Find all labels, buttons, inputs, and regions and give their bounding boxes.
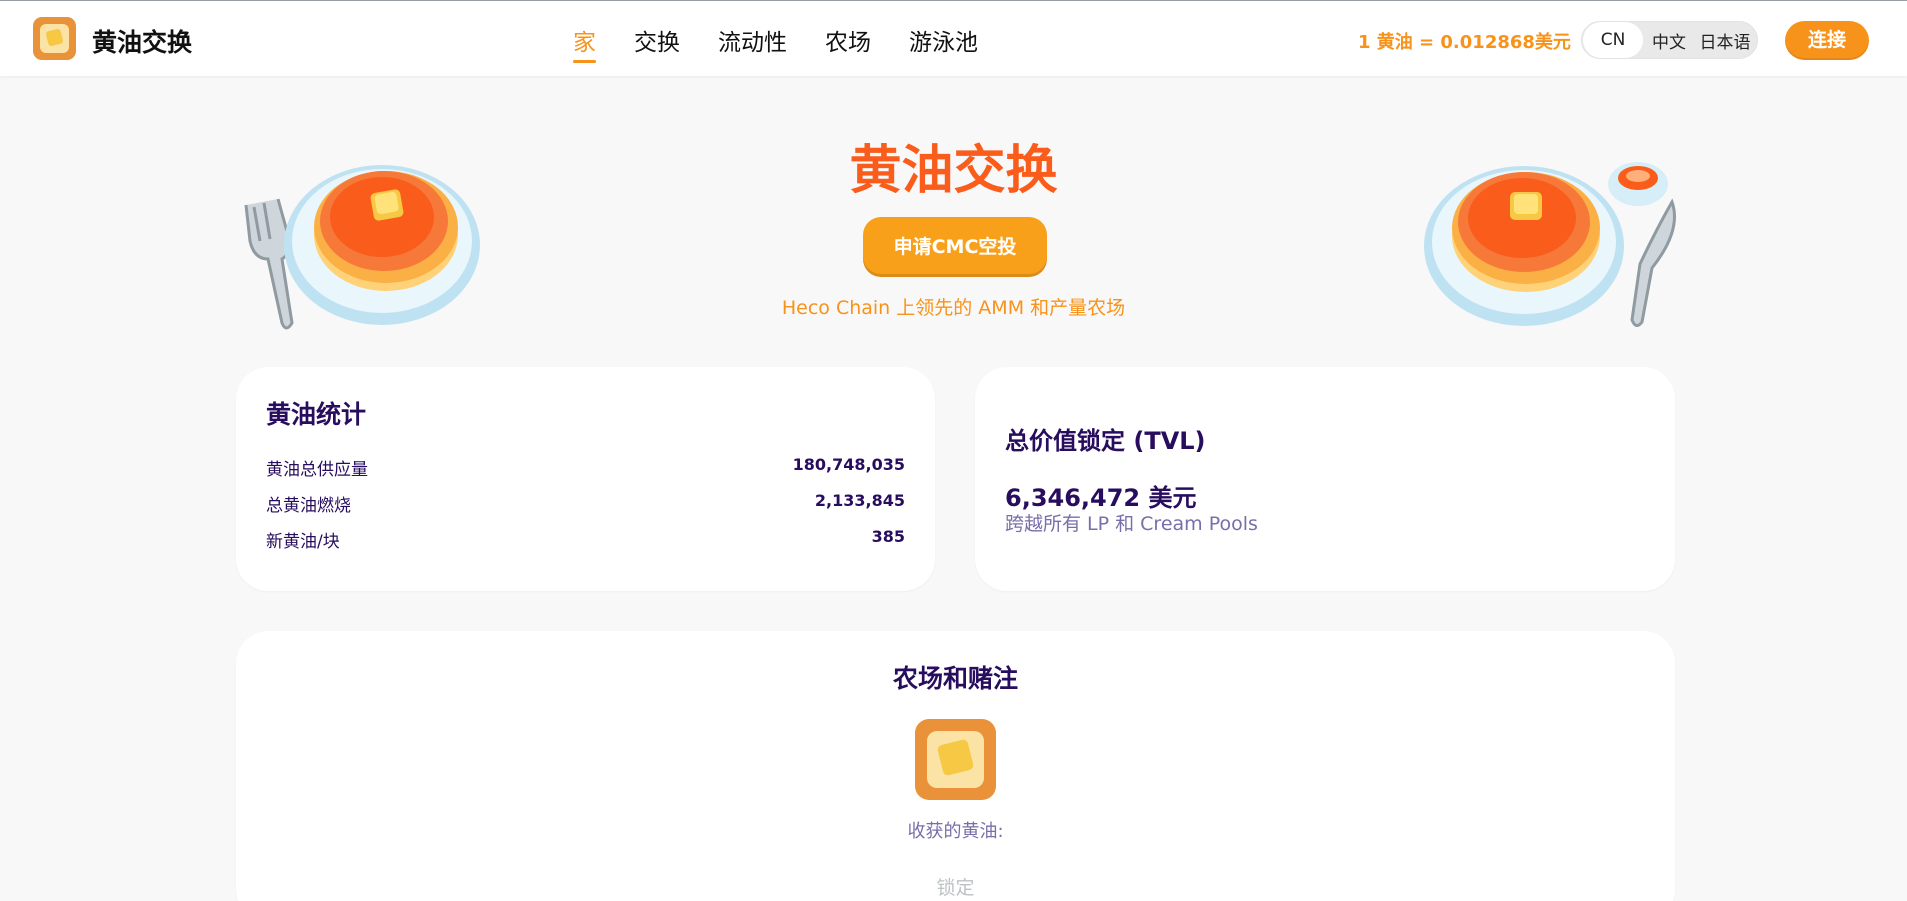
stats-label: 新黄油/块 bbox=[266, 532, 340, 552]
top-navbar: 黄油交换 家 交换 流动性 农场 游泳池 1 黄油 = 0.012868美元 C… bbox=[0, 1, 1907, 76]
nav-item-exchange[interactable]: 交换 bbox=[634, 23, 680, 57]
hero-title: 黄油交换 bbox=[849, 141, 1058, 201]
locked-label: 锁定 bbox=[936, 877, 975, 899]
stats-row: 新黄油/块 385 bbox=[266, 527, 905, 552]
stats-label: 总黄油燃烧 bbox=[266, 496, 351, 516]
brand-name[interactable]: 黄油交换 bbox=[92, 23, 192, 59]
stats-row: 黄油总供应量 180,748,035 bbox=[266, 455, 905, 480]
cmc-airdrop-button[interactable]: 申请CMC空投 bbox=[863, 217, 1047, 277]
stats-row: 总黄油燃烧 2,133,845 bbox=[266, 491, 905, 516]
farms-staking-card: 农场和赌注 收获的黄油: 锁定 bbox=[236, 631, 1675, 901]
nav-item-liquidity[interactable]: 流动性 bbox=[718, 23, 787, 57]
language-switcher: CN 中文 日本语 bbox=[1581, 21, 1758, 59]
connect-wallet-button[interactable]: 连接 bbox=[1785, 21, 1869, 60]
stats-label: 黄油总供应量 bbox=[266, 460, 368, 480]
tvl-amount: 6,346,472 美元 bbox=[1005, 484, 1197, 512]
lang-option-jp[interactable]: 日本语 bbox=[1695, 28, 1755, 53]
nav-item-farms[interactable]: 农场 bbox=[825, 23, 871, 57]
stats-value: 180,748,035 bbox=[792, 455, 905, 474]
main-menu: 家 交换 流动性 农场 游泳池 bbox=[573, 23, 1016, 63]
tvl-card: 总价值锁定 (TVL) 6,346,472 美元 跨越所有 LP 和 Cream… bbox=[975, 367, 1675, 591]
stats-value: 385 bbox=[871, 527, 905, 546]
stats-value: 2,133,845 bbox=[814, 491, 905, 510]
tvl-title: 总价值锁定 (TVL) bbox=[1005, 427, 1206, 455]
lang-option-zh[interactable]: 中文 bbox=[1643, 28, 1695, 53]
butter-toast-farm-icon bbox=[915, 719, 996, 800]
butter-stats-card: 黄油统计 黄油总供应量 180,748,035 总黄油燃烧 2,133,845 … bbox=[236, 367, 935, 591]
stats-title: 黄油统计 bbox=[266, 400, 367, 429]
token-price: 1 黄油 = 0.012868美元 bbox=[1358, 32, 1571, 53]
hero-tagline: Heco Chain 上领先的 AMM 和产量农场 bbox=[781, 297, 1126, 319]
butter-toast-logo-icon[interactable] bbox=[33, 17, 76, 60]
nav-item-pools[interactable]: 游泳池 bbox=[909, 23, 978, 57]
harvested-butter-label: 收获的黄油: bbox=[907, 821, 1004, 842]
nav-item-home[interactable]: 家 bbox=[573, 23, 596, 63]
farms-title: 农场和赌注 bbox=[892, 664, 1018, 693]
lang-option-cn[interactable]: CN bbox=[1583, 22, 1643, 58]
tvl-subtitle: 跨越所有 LP 和 Cream Pools bbox=[1005, 513, 1258, 535]
